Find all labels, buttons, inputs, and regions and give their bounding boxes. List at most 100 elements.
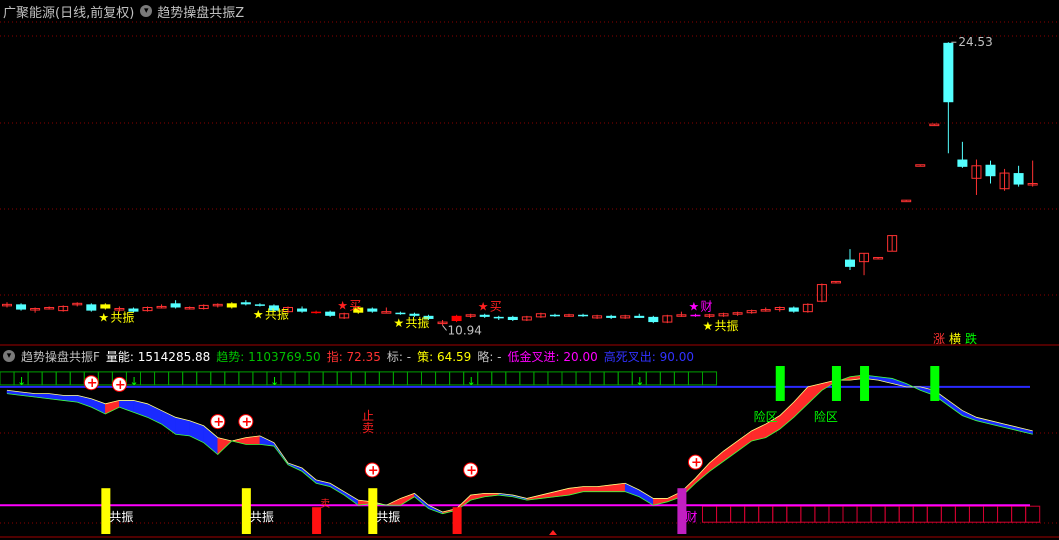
scale-box — [224, 371, 240, 386]
legend-label: 横 — [949, 332, 961, 346]
risk-zone-label: 险区 — [754, 409, 778, 424]
candle-body — [634, 315, 645, 318]
scale-box — [294, 371, 310, 386]
scale-box — [828, 505, 844, 523]
scale-box — [575, 371, 591, 386]
scale-box — [449, 371, 465, 386]
scale-box — [477, 371, 493, 386]
sub-indicator-value: 低金叉进: 20.00 — [507, 349, 598, 364]
scale-box — [856, 505, 872, 523]
sell-label: 卖 — [320, 498, 330, 510]
scale-box — [716, 505, 732, 523]
trend-band-segment — [793, 386, 809, 418]
sub-indicator-chart: ↓ ↓ ↓ ↓ ↓+ ++ ++ ++共振 共振 共振 财险区 险区止卖卖 — [0, 366, 1041, 535]
scale-box — [702, 371, 718, 386]
scale-box — [645, 371, 661, 386]
buy-signal-label: 买 — [490, 300, 502, 314]
candle-body — [493, 316, 504, 319]
plus-sign: + — [368, 464, 379, 479]
scale-box — [687, 371, 704, 386]
trend-band-lower-edge — [6, 374, 1033, 515]
trend-band-segment — [624, 482, 640, 498]
scale-box — [912, 505, 928, 523]
scale-box — [336, 371, 352, 386]
candle-body — [578, 314, 589, 317]
plus-sign: + — [115, 378, 126, 393]
legend-label: 涨 — [933, 331, 945, 346]
chevron-down-circle-icon[interactable]: ▾ — [3, 350, 15, 362]
scale-box — [252, 371, 268, 386]
sub-chart-header: ▾ 趋势操盘共振F 量能: 1514285.88 趋势: 1103769.50 指:… — [0, 347, 706, 365]
scale-box — [772, 505, 788, 523]
scale-box — [519, 371, 535, 386]
trend-band-segment — [400, 493, 415, 506]
signal-bar — [312, 507, 322, 534]
star-icon: ★ — [253, 307, 264, 321]
scale-box — [168, 371, 184, 386]
resonance-signal-label: 共振 — [110, 311, 134, 325]
scale-box — [926, 505, 942, 523]
candle-body — [16, 304, 27, 310]
candle-body — [943, 42, 954, 103]
low-price-pointer — [442, 325, 447, 331]
plus-sign: + — [466, 464, 477, 479]
candle-body — [507, 316, 518, 320]
plus-sign: + — [87, 376, 98, 391]
candle-body — [86, 304, 97, 311]
candle-body — [479, 314, 490, 317]
star-icon: ★ — [393, 316, 404, 330]
scale-box — [41, 371, 57, 386]
trend-band-segment — [582, 486, 598, 492]
scale-box — [786, 505, 802, 523]
candle-body — [297, 308, 308, 312]
high-price-label: 24.53 — [958, 35, 992, 49]
resonance-signal-label: 共振 — [405, 316, 429, 330]
trend-band-segment — [653, 498, 668, 506]
trend-band-upper-edge — [6, 378, 1033, 513]
sub-indicator-value: 高死叉出: 90.00 — [603, 349, 694, 364]
scale-box — [378, 371, 394, 386]
sub-indicator-value: 略: - — [477, 349, 502, 364]
trend-band-segment — [779, 401, 795, 430]
candle-body — [451, 315, 462, 322]
trend-legend: 涨横跌 — [933, 331, 977, 346]
star-icon: ★ — [98, 311, 109, 325]
candle-body — [170, 303, 181, 308]
plus-sign: + — [213, 415, 224, 430]
scale-box — [97, 371, 113, 386]
signal-bar-label: 共振 — [250, 510, 274, 524]
sub-indicator-value: 指: 72.35 — [326, 349, 381, 364]
trend-band-segment — [948, 399, 963, 417]
risk-zone-bar — [860, 366, 870, 401]
star-icon: ★ — [688, 300, 699, 314]
scale-box — [350, 371, 366, 386]
sub-indicator-name[interactable]: 趋势操盘共振F — [21, 348, 100, 365]
star-icon: ★ — [703, 319, 714, 333]
star-icon: ★ — [478, 300, 489, 314]
scale-box — [589, 371, 605, 386]
scale-box — [673, 371, 689, 386]
chart-canvas: 24.5310.94★ 共振 ★ 共振★ 共振 ★ 共振★ 买 ★ 买 ★ 财 涨横跌 ↓ ↓ ↓ ↓ ↓+ +… — [0, 21, 1059, 538]
sub-indicator-values: 量能: 1514285.88 趋势: 1103769.50 指: 72.35 标: -… — [106, 348, 700, 365]
candle-body — [226, 303, 237, 308]
scale-box — [547, 371, 563, 386]
trend-band-segment — [976, 417, 991, 425]
candle-body — [957, 159, 968, 167]
candle-body — [254, 304, 265, 306]
scale-box — [140, 371, 156, 386]
trend-band-segment — [315, 479, 331, 487]
candle-body — [240, 302, 251, 305]
low-price-label: 10.94 — [448, 323, 482, 337]
scale-box — [308, 371, 324, 386]
sub-indicator-value: 策: 64.59 — [417, 349, 472, 364]
scale-box — [406, 371, 423, 386]
scale-box — [758, 505, 774, 523]
scale-box — [940, 505, 956, 523]
scale-box — [210, 371, 226, 386]
candle-body — [549, 314, 560, 317]
scale-box — [421, 371, 437, 386]
cursor-marker-icon — [549, 530, 557, 535]
scale-box — [702, 505, 718, 523]
plus-sign: + — [691, 456, 702, 471]
scale-box — [842, 505, 858, 523]
